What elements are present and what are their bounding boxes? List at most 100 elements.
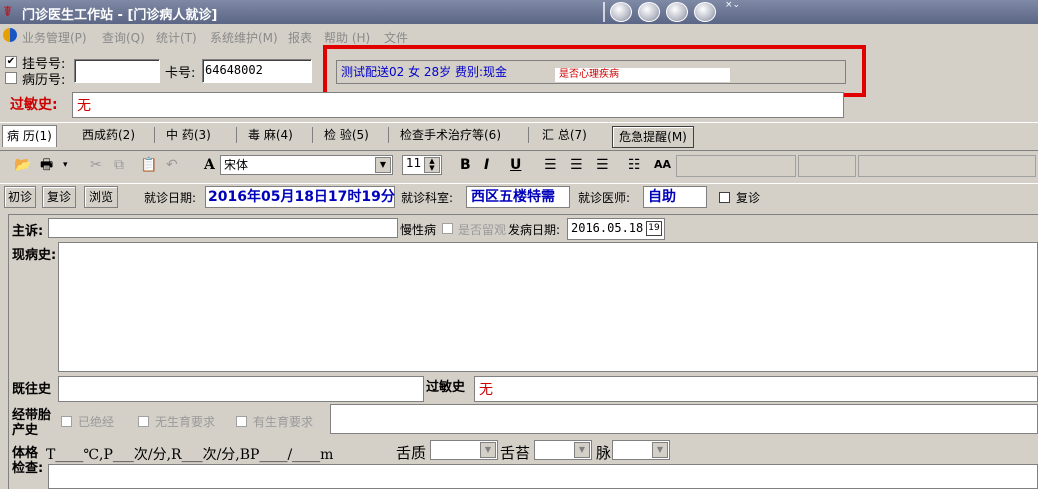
circle-button[interactable]	[638, 2, 660, 22]
circle-button[interactable]	[694, 2, 716, 22]
ob-history-input[interactable]	[330, 404, 1038, 434]
font-size-value: 11	[406, 156, 422, 170]
registration-input[interactable]	[74, 59, 160, 83]
toolbar-panel	[798, 155, 856, 177]
underline-button[interactable]: U	[510, 157, 521, 173]
font-size-stepper[interactable]: 11 ▲ ▼	[402, 155, 442, 175]
align-right-icon[interactable]: ☰	[596, 157, 609, 173]
doctor-value: 自助	[643, 186, 707, 208]
tab-chinese-medicine[interactable]: 中 药(3)	[166, 125, 211, 147]
menopause-label: 已绝经	[78, 415, 115, 429]
record-label: 病历号:	[22, 73, 66, 88]
circle-button[interactable]	[610, 2, 632, 22]
menu-file[interactable]: 文件	[384, 29, 408, 46]
dept-value: 西区五楼特需	[466, 186, 570, 208]
no-fertility-label: 无生育要求	[155, 415, 216, 429]
chevron-down-icon[interactable]: ▼	[480, 442, 496, 458]
title-divider	[603, 2, 605, 22]
font-color-icon[interactable]: AA	[654, 157, 671, 173]
first-visit-button[interactable]: 初诊	[4, 186, 36, 208]
tab-exam-surgery[interactable]: 检查手术治疗等(6)	[400, 125, 501, 147]
registration-checkbox[interactable]: ✔	[5, 56, 17, 68]
undo-icon[interactable]: ↶	[166, 157, 178, 173]
window-title: 门诊医生工作站 - [门诊病人就诊]	[22, 8, 218, 23]
dept-label: 就诊科室:	[401, 191, 454, 205]
italic-button[interactable]: I	[484, 157, 489, 173]
toolbar-panel	[858, 155, 1036, 177]
revisit-checkbox[interactable]	[719, 192, 730, 203]
observe-checkbox[interactable]	[442, 223, 453, 234]
pulse-label: 脉	[596, 444, 612, 462]
tab-western-medicine[interactable]: 西成药(2)	[82, 125, 135, 147]
doctor-label: 就诊医师:	[578, 191, 631, 205]
paste-icon[interactable]: 📋	[140, 157, 157, 173]
circle-button[interactable]	[666, 2, 688, 22]
complaint-input[interactable]	[48, 218, 398, 238]
calendar-icon[interactable]: 19	[646, 221, 662, 236]
font-a-icon: A	[204, 157, 215, 173]
tab-divider	[154, 127, 155, 143]
ob-history-label-2: 产史	[12, 423, 39, 438]
browse-button[interactable]: 浏览	[84, 186, 118, 208]
highlight-frame	[323, 45, 866, 97]
chevron-down-icon[interactable]: ▼	[652, 442, 668, 458]
tongue-select[interactable]: ▼	[430, 440, 498, 460]
present-illness-textarea[interactable]	[58, 242, 1038, 372]
observe-label: 是否留观	[458, 223, 507, 237]
revisit-button[interactable]: 复诊	[42, 186, 76, 208]
menu-query[interactable]: 查询(Q)	[102, 29, 145, 46]
past-history-input[interactable]	[58, 376, 424, 402]
tongue-coating-select[interactable]: ▼	[534, 440, 592, 460]
allergy-history-input[interactable]: 无	[474, 376, 1038, 402]
tab-narcotics[interactable]: 毒 麻(4)	[248, 125, 293, 147]
format-toolbar: 📂 🖶 ▾ ✂ ⧉ 📋 ↶ A 宋体 ▼ 11 ▲ ▼ B I U ☰ ☰ ☰ ☷…	[0, 150, 1038, 180]
present-illness-label: 现病史:	[12, 248, 57, 263]
visit-date-value: 2016年05月18日17时19分	[205, 186, 395, 208]
tab-summary[interactable]: 汇 总(7)	[542, 125, 587, 147]
card-input[interactable]: 64648002	[202, 59, 312, 83]
menu-bar: 业务管理(P) 查询(Q) 统计(T) 系统维护(M) 报表 帮助 (H) 文件	[0, 26, 1038, 46]
physical-exam-input[interactable]	[48, 464, 1038, 489]
copy-icon[interactable]: ⧉	[114, 157, 124, 173]
fertility-checkbox[interactable]	[236, 416, 247, 427]
menu-business[interactable]: 业务管理(P)	[22, 29, 87, 46]
bold-button[interactable]: B	[460, 157, 471, 173]
tab-medical-record[interactable]: 病 历(1)	[2, 125, 57, 147]
danger-alert-button[interactable]: 危急提醒(M)	[612, 126, 694, 148]
toolbar-panel	[676, 155, 796, 177]
tongue-label: 舌质	[396, 444, 427, 462]
tab-lab-tests[interactable]: 检 验(5)	[324, 125, 369, 147]
align-center-icon[interactable]: ☰	[570, 157, 583, 173]
chevron-down-icon[interactable]: ▼	[375, 157, 391, 173]
stepper-arrows-icon[interactable]: ▲ ▼	[424, 157, 440, 173]
tab-divider	[312, 127, 313, 143]
window-mini-arrows[interactable]: ×⌄	[725, 0, 740, 22]
bullet-list-icon[interactable]: ☷	[628, 157, 641, 173]
font-name-select[interactable]: 宋体 ▼	[220, 155, 393, 175]
tab-divider	[388, 127, 389, 143]
menopause-checkbox[interactable]	[61, 416, 72, 427]
revisit-checkbox-label: 复诊	[736, 191, 761, 205]
cut-icon[interactable]: ✂	[90, 157, 102, 173]
no-fertility-checkbox[interactable]	[138, 416, 149, 427]
chevron-down-icon[interactable]: ▼	[574, 442, 590, 458]
menu-reports[interactable]: 报表	[288, 29, 312, 46]
open-folder-icon[interactable]: 📂	[14, 157, 31, 173]
dropdown-arrow-icon[interactable]: ▾	[63, 157, 68, 173]
app-menu-icon[interactable]	[3, 28, 17, 42]
menu-statistics[interactable]: 统计(T)	[156, 29, 197, 46]
menu-system[interactable]: 系统维护(M)	[210, 29, 278, 46]
print-icon[interactable]: 🖶	[40, 157, 53, 173]
visit-date-label: 就诊日期:	[144, 191, 197, 205]
tab-divider	[236, 127, 237, 143]
visit-info-row: 初诊 复诊 浏览 就诊日期: 2016年05月18日17时19分 就诊科室: 西…	[0, 183, 1038, 211]
record-checkbox[interactable]	[5, 72, 17, 84]
vitals-template[interactable]: T____℃,P___次/分,R___次/分,BP____/____m	[46, 444, 426, 464]
allergy-field[interactable]: 无	[72, 92, 844, 118]
align-left-icon[interactable]: ☰	[544, 157, 557, 173]
menu-help[interactable]: 帮助 (H)	[324, 29, 370, 46]
past-history-label: 既往史	[12, 382, 52, 397]
pulse-select[interactable]: ▼	[612, 440, 670, 460]
font-name-value: 宋体	[224, 158, 249, 172]
tab-strip: 病 历(1) 西成药(2) 中 药(3) 毒 麻(4) 检 验(5) 检查手术治…	[0, 122, 1038, 147]
